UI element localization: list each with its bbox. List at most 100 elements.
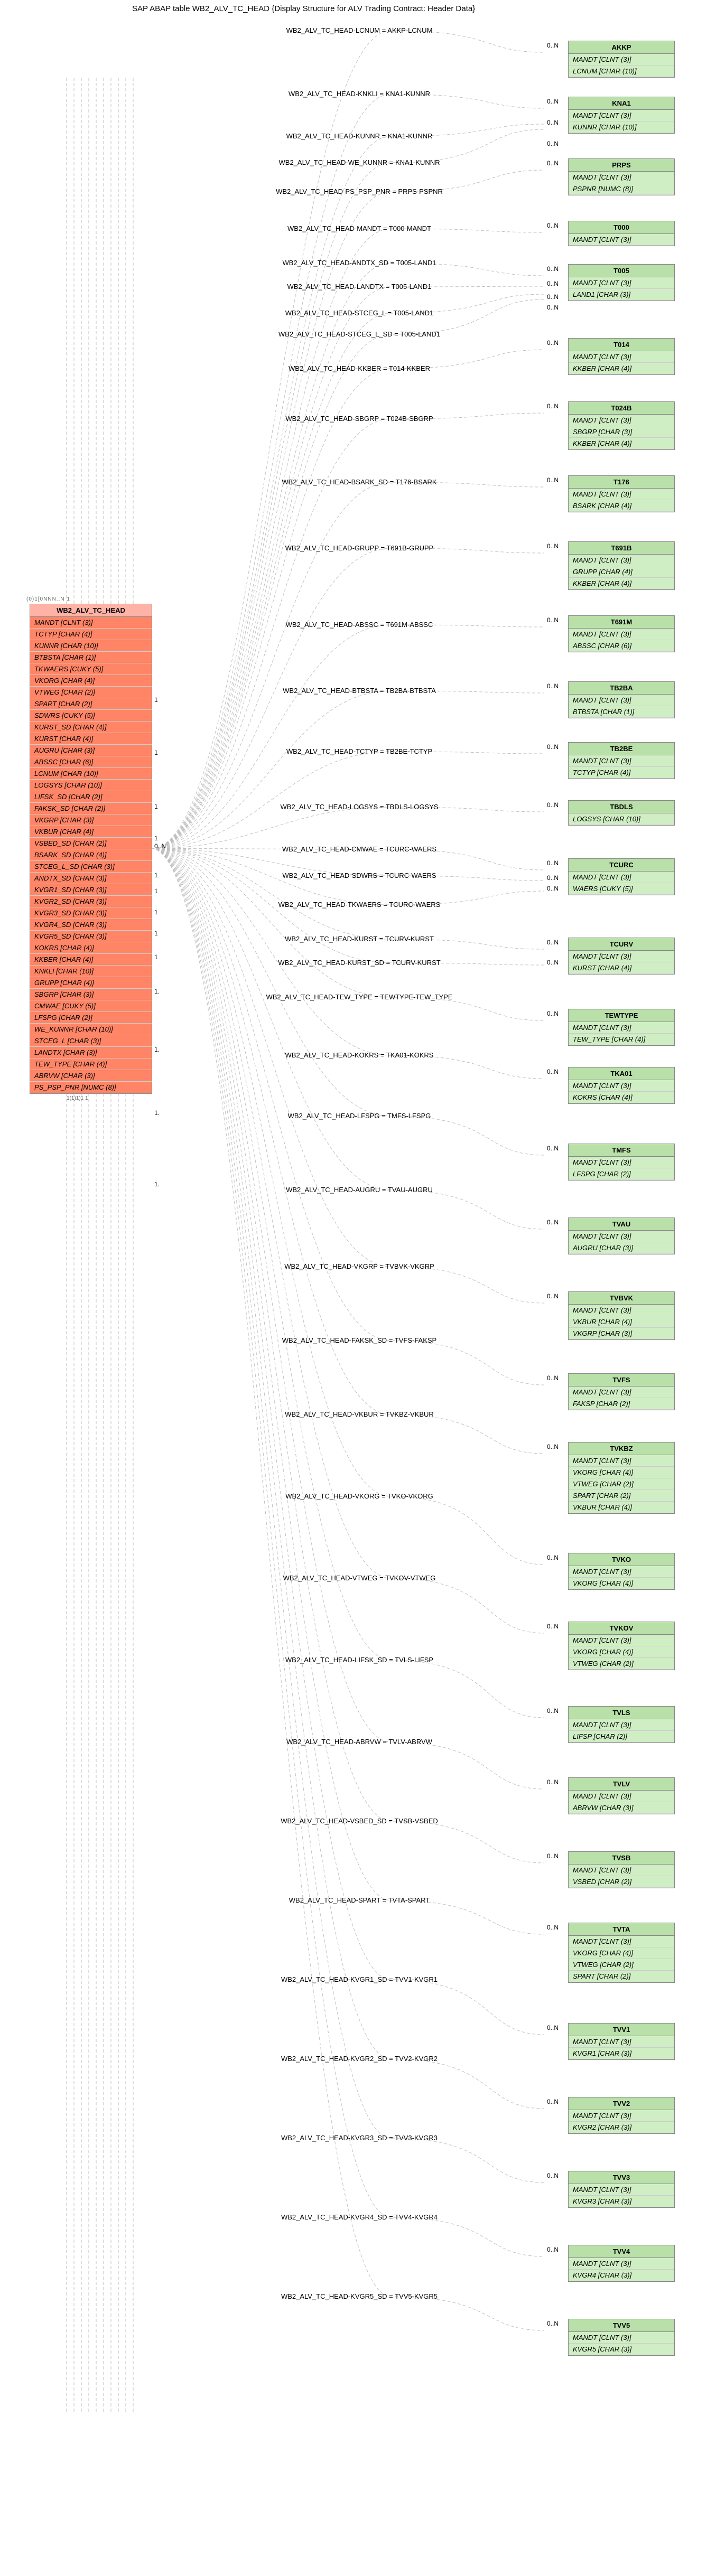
table-field: KKBER [CHAR (4)]	[30, 954, 152, 966]
table-field: MANDT [CLNT (3)]	[569, 277, 674, 289]
edge-label: WB2_ALV_TC_HEAD-KVGR4_SD = TVV4-KVGR4	[196, 2213, 523, 2221]
table-header: TVFS	[569, 1374, 674, 1387]
table-field: TEW_TYPE [CHAR (4)]	[30, 1058, 152, 1070]
relationship-edge	[151, 229, 544, 849]
cardinality-one: 1	[154, 908, 158, 916]
cardinality-label: 0..N	[547, 1374, 559, 1382]
table-header: T691M	[569, 616, 674, 629]
ref-table-tvkbz: TVKBZMANDT [CLNT (3)]VKORG [CHAR (4)]VTW…	[568, 1442, 675, 1514]
cardinality-label: 0..N	[547, 1924, 559, 1931]
table-field: TKWAERS [CUKY (5)]	[30, 663, 152, 675]
table-field: MANDT [CLNT (3)]	[569, 1022, 674, 1034]
table-field: CMWAE [CUKY (5)]	[30, 1000, 152, 1012]
row-markers: (0)1[0NNN..N 1	[26, 596, 70, 602]
relationship-edge	[151, 849, 544, 2257]
table-header: T691B	[569, 542, 674, 555]
cardinality-one: 1	[154, 930, 158, 937]
table-field: KVGR3_SD [CHAR (3)]	[30, 907, 152, 919]
table-header: TVLS	[569, 1707, 674, 1719]
table-field: BSARK_SD [CHAR (4)]	[30, 849, 152, 861]
table-field: VSBED [CHAR (2)]	[569, 1876, 674, 1888]
relationship-edge	[151, 294, 544, 849]
edge-label: WB2_ALV_TC_HEAD-TKWAERS = TCURC-WAERS	[196, 901, 523, 908]
cardinality-label: 0..N	[547, 293, 559, 301]
ref-table-tvsb: TVSBMANDT [CLNT (3)]VSBED [CHAR (2)]	[568, 1851, 675, 1888]
relationship-edge	[151, 752, 544, 849]
table-header: TVKBZ	[569, 1442, 674, 1455]
table-field: MANDT [CLNT (3)]	[569, 1865, 674, 1876]
ref-table-tcurv: TCURVMANDT [CLNT (3)]KURST [CHAR (4)]	[568, 938, 675, 975]
cardinality-label: 0..N	[547, 1145, 559, 1152]
table-field: FAKSP [CHAR (2)]	[569, 1398, 674, 1410]
edge-label: WB2_ALV_TC_HEAD-KVGR3_SD = TVV3-KVGR3	[196, 2134, 523, 2142]
ref-table-tewtype: TEWTYPEMANDT [CLNT (3)]TEW_TYPE [CHAR (4…	[568, 1009, 675, 1046]
ref-table-t024b: T024BMANDT [CLNT (3)]SBGRP [CHAR (3)]KKB…	[568, 401, 675, 450]
table-header: T005	[569, 265, 674, 277]
cardinality-label: 0..N	[547, 1010, 559, 1017]
cardinality-label: 0..N	[547, 265, 559, 273]
edge-label: WB2_ALV_TC_HEAD-KNKLI = KNA1-KUNNR	[196, 90, 523, 98]
table-field: KVGR5 [CHAR (3)]	[569, 2344, 674, 2355]
table-field: MANDT [CLNT (3)]	[569, 872, 674, 883]
edge-label: WB2_ALV_TC_HEAD-KKBER = T014-KKBER	[196, 364, 523, 372]
cardinality-label: 0..N	[547, 542, 559, 550]
table-header: TCURC	[569, 859, 674, 872]
ref-table-t176: T176MANDT [CLNT (3)]BSARK [CHAR (4)]	[568, 475, 675, 512]
table-field: LIFSK_SD [CHAR (2)]	[30, 791, 152, 803]
table-field: MANDT [CLNT (3)]	[569, 1305, 674, 1316]
cardinality-label: 0..N	[547, 2246, 559, 2253]
table-field: TCTYP [CHAR (4)]	[569, 767, 674, 779]
table-field: LOGSYS [CHAR (10)]	[569, 813, 674, 825]
edge-label: WB2_ALV_TC_HEAD-LCNUM = AKKP-LCNUM	[196, 26, 523, 34]
cardinality-label: 0..N	[547, 939, 559, 946]
relationship-edge	[151, 625, 544, 849]
cardinality-one: 1	[154, 803, 158, 810]
cardinality-label: 0..N	[547, 42, 559, 49]
table-field: KVGR5_SD [CHAR (3)]	[30, 931, 152, 942]
table-field: KVGR2_SD [CHAR (3)]	[30, 896, 152, 907]
cardinality-label: 0..N	[547, 160, 559, 167]
table-field: MANDT [CLNT (3)]	[569, 2036, 674, 2048]
table-field: KVGR2 [CHAR (3)]	[569, 2122, 674, 2133]
edge-label: WB2_ALV_TC_HEAD-MANDT = T000-MANDT	[196, 224, 523, 232]
table-field: MANDT [CLNT (3)]	[569, 1719, 674, 1731]
table-header: TCURV	[569, 938, 674, 951]
table-header: T014	[569, 339, 674, 351]
table-header: TVV4	[569, 2245, 674, 2258]
table-header: TVV3	[569, 2171, 674, 2184]
table-field: KUNNR [CHAR (10)]	[569, 121, 674, 133]
ref-table-prps: PRPSMANDT [CLNT (3)]PSPNR [NUMC (8)]	[568, 158, 675, 195]
cardinality-label: 0..N	[547, 874, 559, 882]
cardinality-label: 0..N	[547, 119, 559, 126]
table-header: TVV2	[569, 2097, 674, 2110]
cardinality-label: 0..N	[547, 1068, 559, 1075]
edge-label: WB2_ALV_TC_HEAD-BTBSTA = TB2BA-BTBSTA	[196, 687, 523, 695]
table-header: TVKOV	[569, 1622, 674, 1635]
edge-label: WB2_ALV_TC_HEAD-VKORG = TVKO-VKORG	[196, 1492, 523, 1500]
ref-table-tvv1: TVV1MANDT [CLNT (3)]KVGR1 [CHAR (3)]	[568, 2023, 675, 2060]
edge-label: WB2_ALV_TC_HEAD-TCTYP = TB2BE-TCTYP	[196, 747, 523, 755]
edge-label: WB2_ALV_TC_HEAD-VSBED_SD = TVSB-VSBED	[196, 1817, 523, 1825]
table-field: LIFSP [CHAR (2)]	[569, 1731, 674, 1743]
ref-table-tvau: TVAUMANDT [CLNT (3)]AUGRU [CHAR (3)]	[568, 1217, 675, 1254]
table-field: MANDT [CLNT (3)]	[569, 1231, 674, 1242]
table-field: KURST [CHAR (4)]	[569, 962, 674, 974]
table-header: TVSB	[569, 1852, 674, 1865]
cardinality-one: 1.	[154, 1046, 160, 1053]
cardinality-one: 0..N	[154, 842, 166, 850]
ref-table-t000: T000MANDT [CLNT (3)]	[568, 221, 675, 246]
cardinality-label: 0..N	[547, 2098, 559, 2105]
cardinality-label: 0..N	[547, 2172, 559, 2179]
ref-table-t014: T014MANDT [CLNT (3)]KKBER [CHAR (4)]	[568, 338, 675, 375]
table-header: AKKP	[569, 41, 674, 54]
table-field: VTWEG [CHAR (2)]	[569, 1959, 674, 1971]
edge-label: WB2_ALV_TC_HEAD-ABRVW = TVLV-ABRVW	[196, 1738, 523, 1746]
table-header: TVV5	[569, 2319, 674, 2332]
table-header: T176	[569, 476, 674, 489]
table-field: SBGRP [CHAR (3)]	[30, 989, 152, 1000]
table-header: TKA01	[569, 1067, 674, 1080]
table-field: VKORG [CHAR (4)]	[569, 1578, 674, 1589]
main-table: WB2_ALV_TC_HEADMANDT [CLNT (3)]TCTYP [CH…	[30, 604, 152, 1094]
table-field: LOGSYS [CHAR (10)]	[30, 780, 152, 791]
table-field: BSARK [CHAR (4)]	[569, 500, 674, 512]
